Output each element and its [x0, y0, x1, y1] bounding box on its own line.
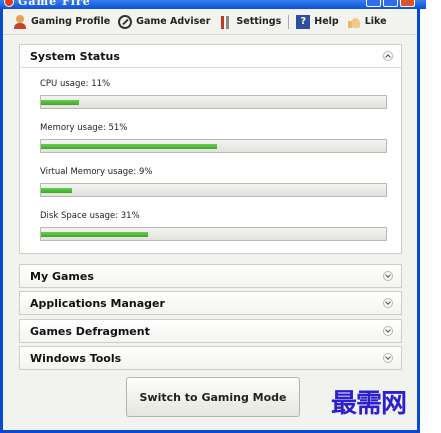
my-games-title: My Games [30, 269, 94, 283]
adviser-icon [118, 14, 133, 29]
disk-space-usage-fill [41, 232, 148, 237]
toolbar: Gaming Profile Game Adviser Settings ? H… [3, 9, 417, 35]
expand-chevron-icon[interactable] [383, 298, 393, 308]
memory-usage-bar [40, 139, 387, 153]
system-status-title: System Status [30, 49, 120, 63]
collapse-chevron-icon[interactable] [383, 51, 393, 61]
games-defragment-panel[interactable]: Games Defragment [19, 319, 402, 343]
memory-metric: Memory usage: 51% [40, 122, 389, 153]
cpu-usage-label: CPU usage: 11% [40, 79, 111, 89]
cpu-usage-fill [41, 100, 79, 105]
disk-space-usage-bar [40, 227, 387, 241]
my-games-panel[interactable]: My Games [19, 264, 402, 288]
virtual-memory-usage-bar [40, 183, 387, 197]
app-window: Game Fire Gaming Profile Game Adviser Se… [0, 0, 426, 433]
disk-space-usage-label: Disk Space usage: 31% [40, 211, 140, 221]
close-button[interactable] [400, 0, 415, 7]
windows-tools-header[interactable]: Windows Tools [20, 347, 401, 369]
settings-label: Settings [236, 16, 282, 27]
help-button[interactable]: ? Help [292, 11, 342, 33]
windows-tools-panel[interactable]: Windows Tools [19, 346, 402, 370]
system-status-header[interactable]: System Status [20, 45, 401, 67]
virtual-memory-metric: Virtual Memory usage: 9% [40, 166, 389, 197]
system-status-body: CPU usage: 11% Memory usage: 51% Virtual… [20, 67, 401, 253]
toolbar-divider [288, 14, 290, 29]
app-flame-icon [4, 0, 14, 7]
like-button[interactable]: Like [343, 11, 391, 33]
gaming-profile-label: Gaming Profile [31, 16, 111, 27]
cpu-usage-bar [40, 95, 387, 109]
maximize-button[interactable] [383, 0, 398, 7]
memory-usage-label: Memory usage: 51% [40, 123, 128, 133]
window-title: Game Fire [18, 0, 91, 8]
virtual-memory-usage-fill [41, 188, 73, 193]
user-icon [13, 14, 27, 29]
help-label: Help [314, 16, 339, 27]
like-label: Like [364, 16, 387, 27]
settings-icon [218, 15, 232, 29]
virtual-memory-usage-label: Virtual Memory usage: 9% [40, 167, 153, 177]
disk-space-metric: Disk Space usage: 31% [40, 210, 389, 241]
system-status-panel: System Status CPU usage: 11% Memory usag… [19, 44, 402, 254]
switch-gaming-mode-button[interactable]: Switch to Gaming Mode [126, 377, 300, 417]
applications-manager-panel[interactable]: Applications Manager [19, 291, 402, 315]
settings-button[interactable]: Settings [214, 11, 285, 33]
title-bar[interactable]: Game Fire [0, 0, 426, 9]
expand-chevron-icon[interactable] [383, 326, 393, 336]
games-defragment-header[interactable]: Games Defragment [20, 320, 401, 342]
expand-chevron-icon[interactable] [383, 353, 393, 363]
gaming-profile-button[interactable]: Gaming Profile [9, 11, 114, 33]
expand-chevron-icon[interactable] [383, 271, 393, 281]
watermark-text: 最需网 [331, 389, 407, 419]
help-icon: ? [296, 14, 311, 29]
games-defragment-title: Games Defragment [30, 324, 150, 338]
minimize-button[interactable] [366, 0, 381, 7]
cpu-metric: CPU usage: 11% [40, 78, 389, 109]
game-adviser-label: Game Adviser [136, 16, 211, 27]
my-games-header[interactable]: My Games [20, 265, 401, 287]
game-adviser-button[interactable]: Game Adviser [114, 11, 214, 33]
memory-usage-fill [41, 144, 217, 149]
applications-manager-header[interactable]: Applications Manager [20, 292, 401, 314]
windows-tools-title: Windows Tools [30, 351, 122, 365]
applications-manager-title: Applications Manager [30, 296, 165, 310]
thumbs-up-icon [347, 15, 361, 29]
